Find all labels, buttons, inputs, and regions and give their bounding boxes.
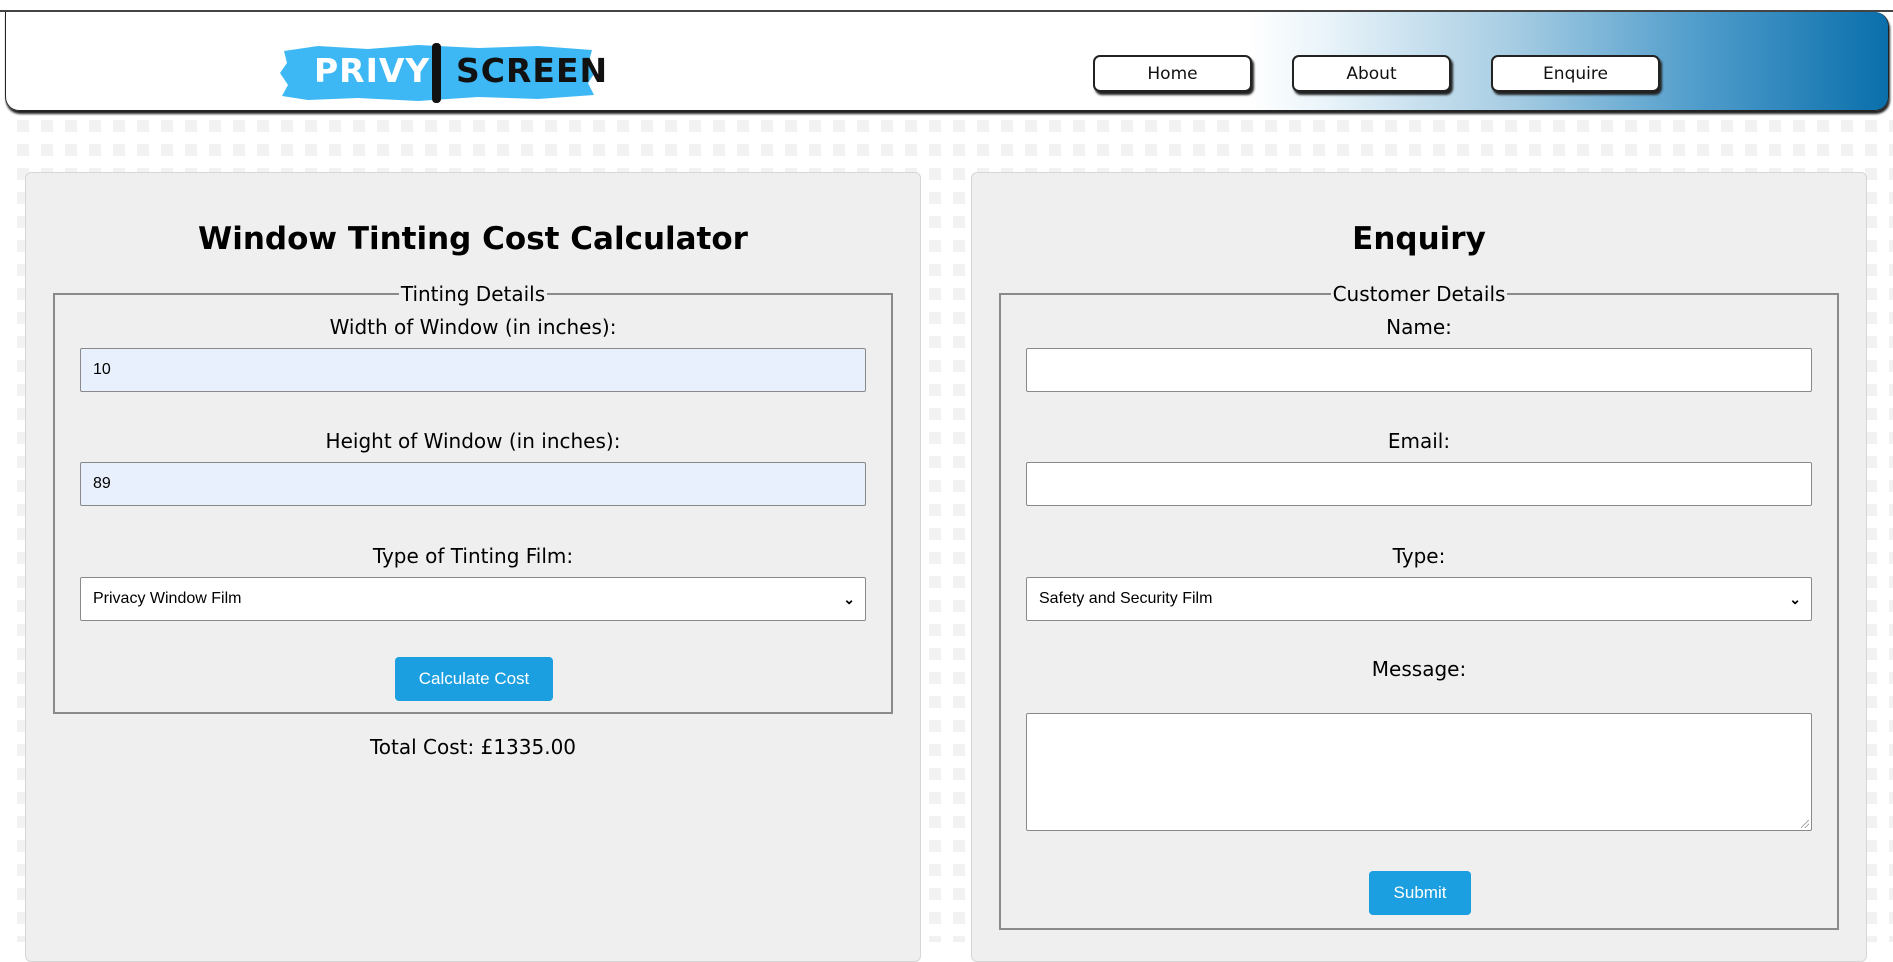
message-label: Message:	[1371, 657, 1467, 681]
type-label: Type:	[1392, 544, 1446, 568]
cost-calculator-panel: Window Tinting Cost Calculator Tinting D…	[25, 172, 921, 962]
name-input[interactable]	[1026, 348, 1812, 392]
nav-enquire-button[interactable]: Enquire	[1491, 55, 1660, 92]
submit-button[interactable]: Submit	[1369, 871, 1471, 915]
width-input[interactable]: 10	[80, 348, 866, 392]
customer-details-legend: Customer Details	[1330, 282, 1508, 306]
tinting-details-fieldset: Tinting Details Width of Window (in inch…	[53, 282, 893, 714]
tinting-details-legend: Tinting Details	[398, 282, 548, 306]
email-input[interactable]	[1026, 462, 1812, 506]
logo-text-right: SCREEN	[456, 51, 609, 90]
email-label: Email:	[1387, 429, 1451, 453]
enquiry-panel: Enquiry Customer Details Name: Email: Ty…	[971, 172, 1867, 962]
film-type-label: Type of Tinting Film:	[372, 544, 574, 568]
brand-logo[interactable]: PRIVY SCREEN	[278, 43, 607, 103]
height-input-value: 89	[93, 475, 111, 492]
height-label: Height of Window (in inches):	[325, 429, 621, 453]
film-type-selected: Privacy Window Film	[93, 590, 242, 607]
message-textarea[interactable]	[1026, 713, 1812, 831]
height-input[interactable]: 89	[80, 462, 866, 506]
width-input-value: 10	[93, 361, 111, 378]
calculate-cost-button[interactable]: Calculate Cost	[395, 657, 553, 701]
chevron-down-icon: ⌄	[843, 590, 855, 607]
resize-handle-icon[interactable]	[1801, 820, 1809, 828]
film-type-select[interactable]: Privacy Window Film ⌄	[80, 577, 866, 621]
width-label: Width of Window (in inches):	[329, 315, 617, 339]
enquiry-title: Enquiry	[1352, 221, 1486, 257]
enquiry-type-selected: Safety and Security Film	[1039, 590, 1213, 607]
enquiry-type-select[interactable]: Safety and Security Film ⌄	[1026, 577, 1812, 621]
name-label: Name:	[1386, 315, 1452, 339]
nav-about-button[interactable]: About	[1292, 55, 1451, 92]
calculator-title: Window Tinting Cost Calculator	[198, 221, 748, 257]
customer-details-fieldset: Customer Details Name: Email: Type: Safe…	[999, 282, 1839, 930]
site-header: PRIVY SCREEN Home About Enquire	[5, 12, 1889, 111]
total-cost: Total Cost: £1335.00	[369, 735, 577, 759]
logo-text-left: PRIVY	[314, 51, 431, 90]
chevron-down-icon: ⌄	[1789, 590, 1801, 607]
nav-home-button[interactable]: Home	[1093, 55, 1252, 92]
